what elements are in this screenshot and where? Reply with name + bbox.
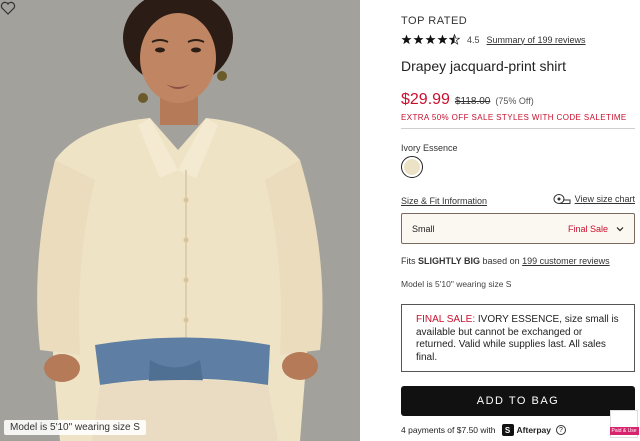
size-fit-info-link[interactable]: Size & Fit Information (401, 196, 487, 206)
star-icon (425, 34, 436, 45)
sale-price: $29.99 (401, 91, 450, 108)
product-title: Drapey jacquard-print shirt (401, 58, 566, 74)
original-price: $118.00 (454, 96, 491, 107)
afterpay-row: 4 payments of $7.50 with S Afterpay ? (401, 424, 566, 436)
photo-caption: Model is 5'10" wearing size S (4, 420, 146, 435)
size-dropdown[interactable]: Small Final Sale (401, 213, 635, 244)
price-row: $29.99 $118.00 (75% Off) (401, 91, 534, 109)
fit-prefix: Fits (401, 256, 416, 266)
fit-summary: Fits SLIGHTLY BIG based on 199 customer … (401, 256, 610, 266)
afterpay-text: 4 payments of $7.50 with (401, 425, 496, 435)
model-illustration (0, 0, 360, 441)
add-to-bag-button[interactable]: ADD TO BAG (401, 386, 635, 416)
fit-middle: based on (482, 256, 520, 266)
size-chart-link[interactable]: View size chart (553, 193, 635, 205)
final-sale-heading: FINAL SALE: (416, 314, 476, 325)
reviews-summary-link[interactable]: Summary of 199 reviews (487, 35, 586, 45)
half-star-icon (449, 34, 460, 45)
color-name: Ivory Essence (401, 143, 458, 153)
selected-size: Small (412, 223, 435, 234)
final-sale-label: Final Sale (567, 223, 608, 234)
wishlist-heart-icon[interactable] (0, 0, 16, 16)
color-swatch-ivory-essence[interactable] (401, 156, 423, 178)
star-icon (437, 34, 448, 45)
tape-measure-icon (553, 194, 571, 204)
chevron-down-icon (616, 226, 624, 231)
afterpay-logo: S Afterpay (501, 424, 551, 436)
rating-value: 4.5 (467, 34, 480, 45)
fit-verdict: SLIGHTLY BIG (418, 256, 481, 266)
promo-message: EXTRA 50% OFF SALE STYLES WITH CODE SALE… (401, 113, 627, 122)
size-chart-label: View size chart (574, 194, 635, 204)
top-rated-badge: TOP RATED (401, 15, 468, 27)
final-sale-notice: FINAL SALE: IVORY ESSENCE, size small is… (401, 304, 635, 372)
paid-use-tag[interactable]: Paid & Use (609, 410, 639, 438)
divider (401, 128, 635, 129)
info-icon[interactable]: ? (556, 425, 566, 435)
swatch-fill (404, 159, 420, 175)
paid-use-label: Paid & Use (609, 427, 639, 435)
star-icon (413, 34, 424, 45)
product-image[interactable]: Model is 5'10" wearing size S (0, 0, 360, 441)
model-size-note: Model is 5'10" wearing size S (401, 279, 512, 289)
star-rating (401, 34, 461, 45)
star-icon (401, 34, 412, 45)
discount-percent: (75% Off) (495, 96, 534, 106)
afterpay-brand: Afterpay (516, 425, 551, 435)
afterpay-icon: S (501, 424, 514, 436)
customer-reviews-link[interactable]: 199 customer reviews (522, 256, 610, 266)
rating-row: 4.5 Summary of 199 reviews (401, 34, 586, 45)
